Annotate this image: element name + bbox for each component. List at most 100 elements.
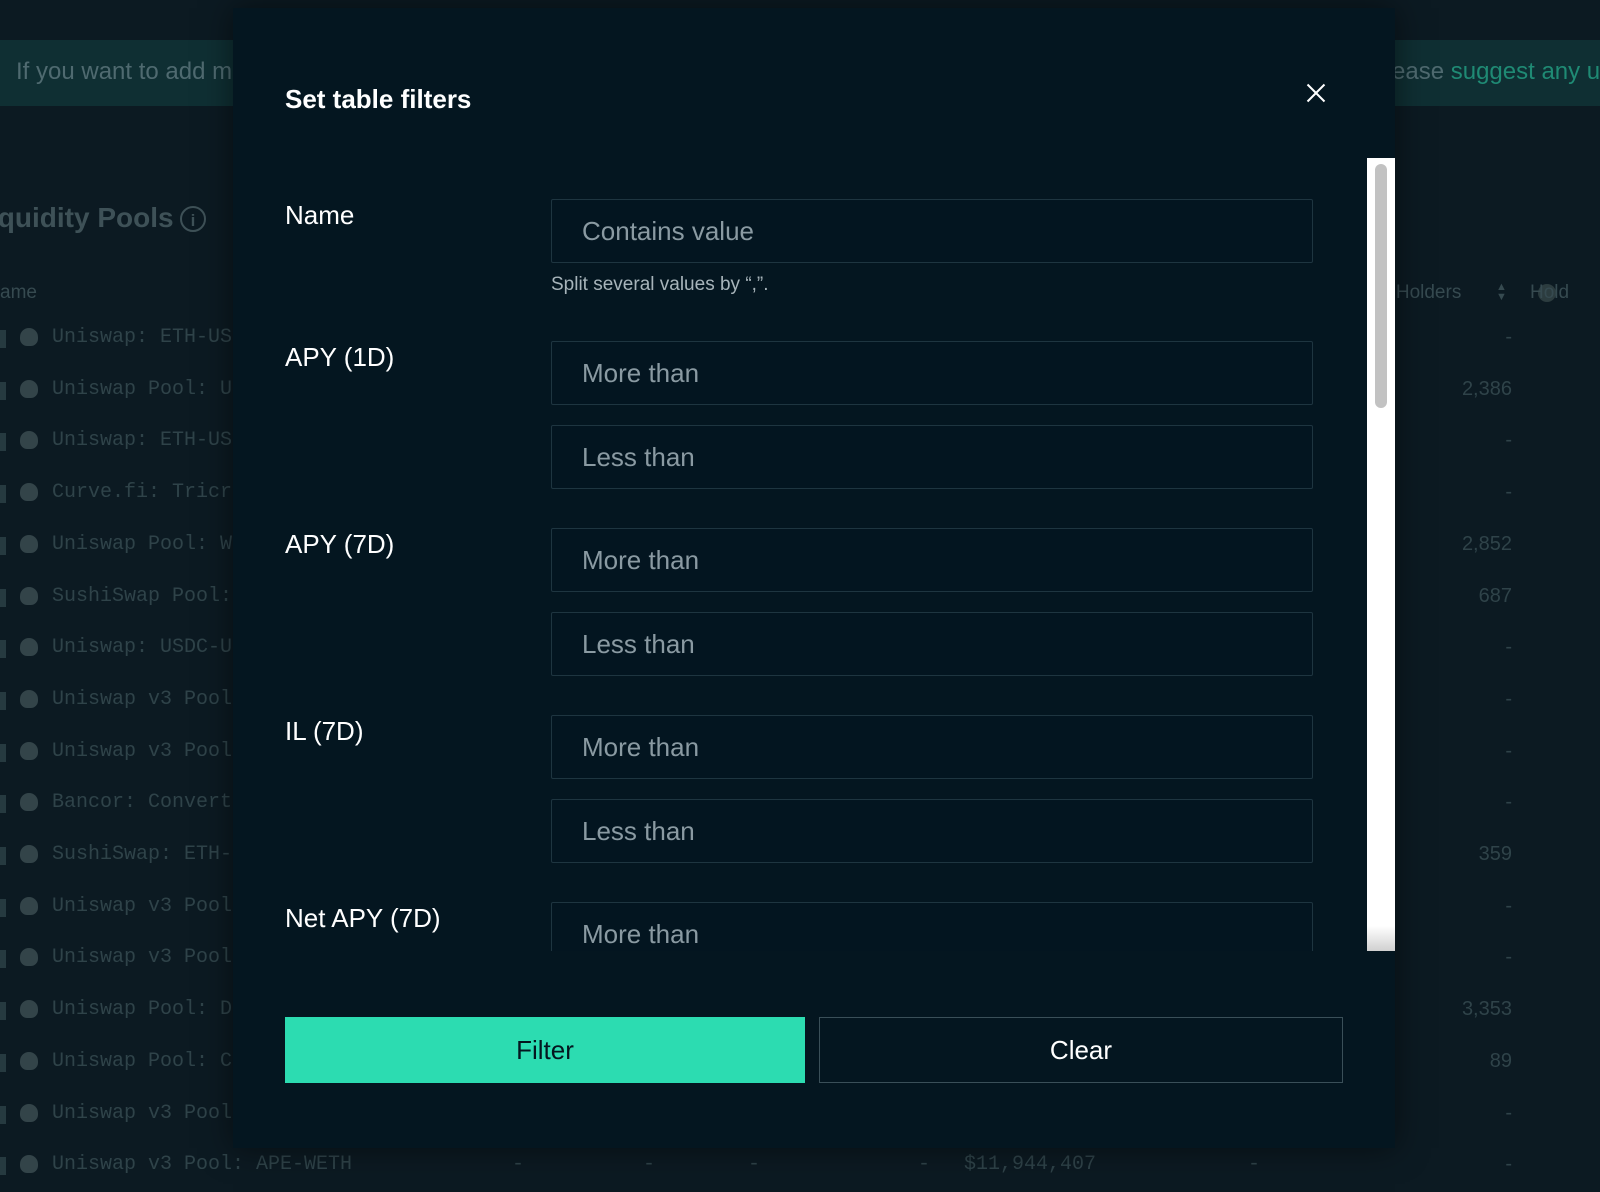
row-pool-name[interactable]: Uniswap v3 Pool: APE-WETH [52,1153,352,1176]
row-pool-name[interactable]: Uniswap: ETH-USI [52,429,244,452]
row-cell: - [512,1153,525,1176]
row-checkbox[interactable] [0,1002,6,1020]
row-pool-name[interactable]: SushiSwap Pool: [52,585,232,608]
modal-title: Set table filters [285,84,472,114]
row-checkbox[interactable] [0,744,6,762]
row-holders-value: 89 [1489,1050,1512,1072]
row-holders-value: - [1505,429,1512,451]
apy-1d-more-than-input[interactable] [551,341,1313,405]
column-header-hold[interactable]: Hold [1530,282,1569,304]
net-apy-7d-more-than-input[interactable] [551,902,1313,951]
row-holders-value: 2,386 [1461,378,1512,400]
pool-token-icon [20,431,38,449]
scrollbar-fade [1367,926,1395,951]
sort-icon[interactable]: ▲ ▼ [1496,282,1508,304]
clear-button[interactable]: Clear [819,1017,1343,1083]
scrollbar-thumb[interactable] [1375,164,1387,408]
pool-token-icon [20,483,38,501]
row-holders-value: - [1505,895,1512,917]
row-checkbox[interactable] [0,899,6,917]
row-pool-name[interactable]: Uniswap: USDC-U: [52,636,244,659]
filters-scroll-area[interactable]: Name Split several values by “,”. APY (1… [233,158,1395,951]
apy-1d-less-than-input[interactable] [551,425,1313,489]
info-icon[interactable]: i [180,206,206,232]
row-checkbox[interactable] [0,847,6,865]
pool-token-icon [20,1104,38,1122]
pool-token-icon [20,1000,38,1018]
row-checkbox[interactable] [0,485,6,503]
apy-7d-less-than-input[interactable] [551,612,1313,676]
row-holders-value: - [1505,688,1512,710]
row-holders-value: 2,852 [1461,533,1512,555]
pool-token-icon [20,535,38,553]
filters-modal: Set table filters Name Split several val… [233,8,1395,1148]
name-contains-input[interactable] [551,199,1313,263]
il-7d-more-than-input[interactable] [551,715,1313,779]
row-pool-name[interactable]: Uniswap v3 Pool [52,895,232,918]
pool-token-icon [20,948,38,966]
pool-token-icon [20,690,38,708]
scrollbar[interactable] [1367,158,1395,951]
row-pool-name[interactable]: Uniswap Pool: U: [52,378,244,401]
row-pool-name[interactable]: Uniswap v3 Pool [52,1102,232,1125]
row-pool-name[interactable]: Uniswap v3 Pool [52,688,232,711]
filter-label-apy-7d: APY (7D) [285,529,395,559]
pool-token-icon [20,638,38,656]
notice-text-right: ease suggest any u [1392,58,1600,85]
row-checkbox[interactable] [0,433,6,451]
row-holders-value: - [1505,946,1512,968]
row-checkbox[interactable] [0,640,6,658]
row-checkbox[interactable] [0,1106,6,1124]
row-checkbox[interactable] [0,382,6,400]
filter-label-net-apy-7d: Net APY (7D) [285,903,441,933]
row-pool-name[interactable]: Uniswap Pool: Cl [52,1050,244,1073]
row-checkbox[interactable] [0,589,6,607]
row-holders-value: - [1505,791,1512,813]
row-pool-name[interactable]: Uniswap Pool: D. [52,998,244,1021]
filter-label-apy-1d: APY (1D) [285,342,395,372]
row-checkbox[interactable] [0,692,6,710]
row-holders-value: - [1505,636,1512,658]
row-pool-name[interactable]: Bancor: Convert [52,791,232,814]
row-checkbox[interactable] [0,537,6,555]
pool-token-icon [20,1052,38,1070]
row-holders-value: 359 [1478,843,1512,865]
il-7d-less-than-input[interactable] [551,799,1313,863]
pool-token-icon [20,1155,38,1173]
filter-label-name: Name [285,200,355,230]
row-checkbox[interactable] [0,330,6,348]
section-title: iquidity Pools [0,202,174,233]
row-checkbox[interactable] [0,1054,6,1072]
row-pool-name[interactable]: Uniswap v3 Pool [52,740,232,763]
column-header-name[interactable]: ame [0,282,37,304]
row-pool-name[interactable]: Uniswap v3 Pool [52,946,232,969]
row-checkbox[interactable] [0,795,6,813]
row-holders-value: 687 [1478,585,1512,607]
table-row[interactable]: Uniswap v3 Pool: APE-WETH - - - - - $11,944,40… [0,1147,1600,1187]
pool-token-icon [20,897,38,915]
row-holders-value: - [1505,1153,1512,1175]
pool-token-icon [20,742,38,760]
row-pool-name[interactable]: SushiSwap: ETH-I [52,843,244,866]
row-checkbox[interactable] [0,950,6,968]
row-cell: $11,944,407 [964,1153,1097,1176]
pool-token-icon [20,845,38,863]
row-pool-name[interactable]: Curve.fi: Tricr [52,481,232,504]
notice-text: If you want to add m [16,58,233,85]
row-holders-value: 3,353 [1461,998,1512,1020]
close-icon[interactable] [1301,78,1331,108]
filter-button[interactable]: Filter [285,1017,805,1083]
name-helper-text: Split several values by “,”. [551,274,769,295]
row-pool-name[interactable]: Uniswap Pool: WI [52,533,244,556]
row-holders-value: - [1505,326,1512,348]
row-cell: - [748,1153,761,1176]
row-checkbox[interactable] [0,1157,6,1175]
suggest-link[interactable]: suggest any u [1451,58,1600,85]
row-holders-value: - [1505,740,1512,762]
pool-token-icon [20,587,38,605]
pool-token-icon [20,380,38,398]
pool-token-icon [20,793,38,811]
apy-7d-more-than-input[interactable] [551,528,1313,592]
row-pool-name[interactable]: Uniswap: ETH-USI [52,326,244,349]
row-cell: - [1248,1153,1261,1176]
